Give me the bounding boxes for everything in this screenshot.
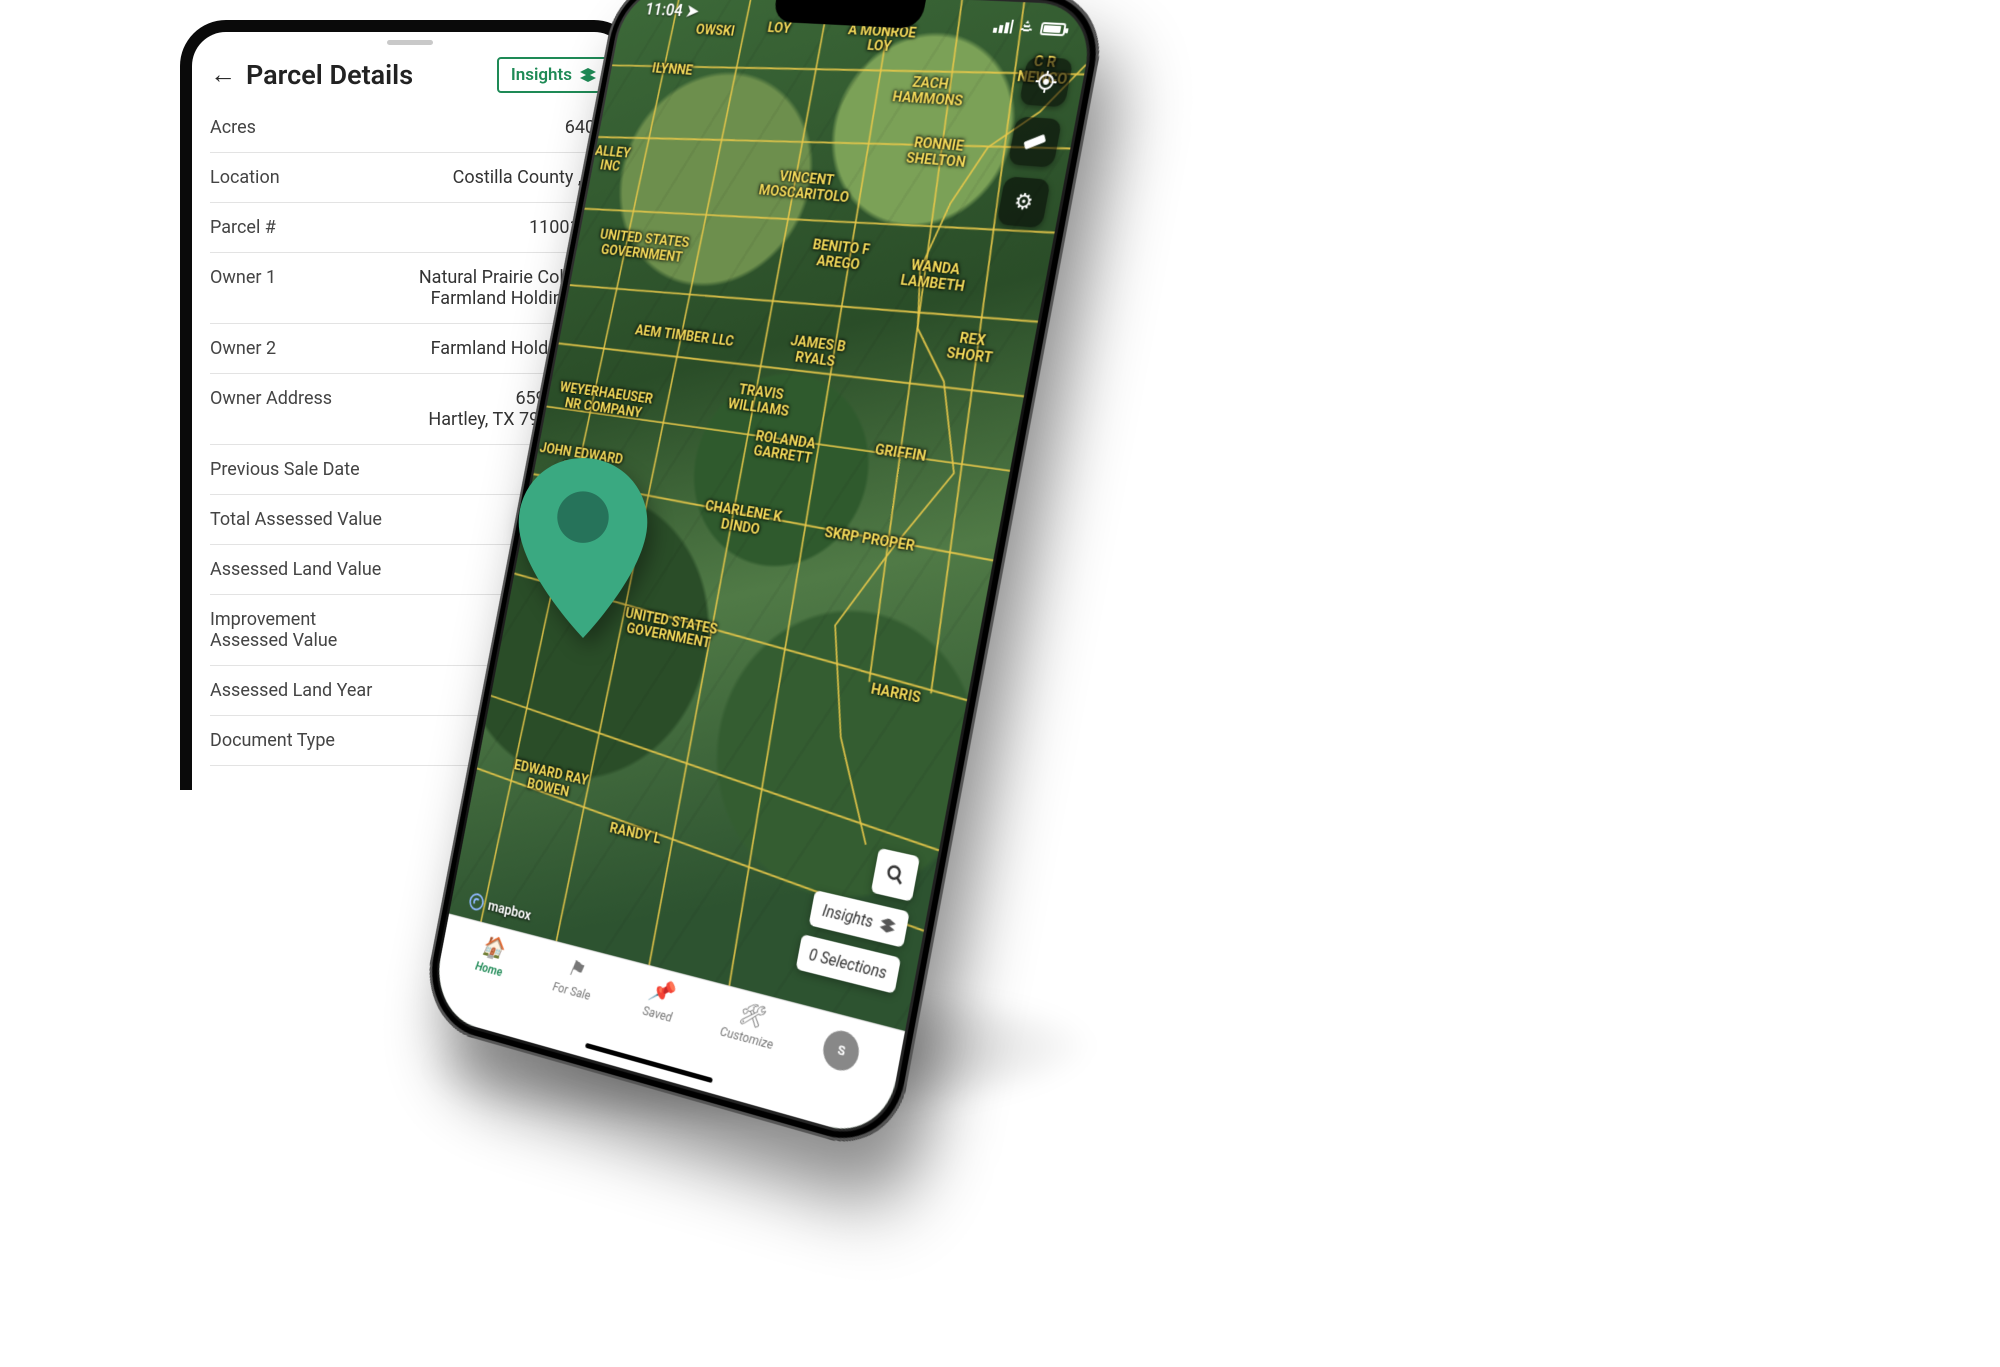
parcel-owner-label: VINCENT MOSCARITOLO bbox=[758, 168, 854, 206]
map-insights-label: Insights bbox=[821, 901, 875, 932]
battery-icon bbox=[1040, 22, 1067, 36]
parcel-owner-label: ZACH HAMMONS bbox=[891, 74, 967, 109]
back-arrow-icon[interactable]: ← bbox=[210, 62, 236, 88]
tab-forsale-label: For Sale bbox=[551, 980, 591, 1004]
layers-icon bbox=[879, 917, 897, 935]
tab-home[interactable]: 🏠 Home bbox=[447, 926, 536, 988]
detail-label: Location bbox=[210, 167, 390, 188]
detail-row: Owner 1Natural Prairie Colorado Farmland… bbox=[210, 253, 610, 324]
tab-customize[interactable]: 🛠 Customize bbox=[700, 992, 799, 1059]
parcel-owner-label: JAMES B RYALS bbox=[786, 334, 847, 371]
map-float-controls: Insights 0 Selections bbox=[795, 835, 920, 994]
locate-button[interactable] bbox=[1019, 57, 1074, 108]
gear-icon: ⚙ bbox=[1012, 189, 1035, 216]
parcel-owner-label: ROLANDA GARRETT bbox=[751, 429, 816, 468]
tab-home-label: Home bbox=[474, 959, 503, 980]
parcel-owner-label: RANDY L bbox=[608, 820, 662, 847]
parcel-owner-label: TRAVIS WILLIAMS bbox=[727, 381, 793, 419]
detail-label: Parcel # bbox=[210, 217, 390, 238]
details-header: ← Parcel Details Insights bbox=[192, 51, 628, 103]
parcel-owner-label: BENITO F AREGO bbox=[809, 237, 871, 273]
parcel-owner-label: RONNIE SHELTON bbox=[905, 135, 970, 170]
signal-icon bbox=[993, 19, 1014, 34]
page-title: Parcel Details bbox=[246, 59, 487, 91]
detail-label: Owner 1 bbox=[210, 267, 390, 288]
parcel-owner-label: AEM TIMBER LLC bbox=[634, 323, 735, 350]
parcel-owner-label: ILYNNE bbox=[651, 62, 694, 79]
detail-row: Parcel #11001220 bbox=[210, 203, 610, 253]
detail-label: Acres bbox=[210, 117, 390, 138]
settings-button[interactable]: ⚙ bbox=[996, 176, 1051, 228]
map-attribution: mapbox bbox=[468, 892, 533, 924]
detail-label: Owner Address bbox=[210, 388, 390, 409]
insights-button[interactable]: Insights bbox=[497, 57, 610, 93]
detail-label: Total Assessed Value bbox=[210, 509, 390, 530]
wifi-icon bbox=[1017, 20, 1037, 35]
sliders-icon: 🛠 bbox=[736, 1000, 765, 1030]
map-attribution-label: mapbox bbox=[487, 896, 533, 924]
parcel-owner-label: HARRIS bbox=[870, 681, 922, 706]
detail-row: LocationCostilla County , CO bbox=[210, 153, 610, 203]
map-tools: ⚙ bbox=[996, 57, 1073, 229]
map-selections-label: 0 Selections bbox=[807, 945, 888, 983]
tab-customize-label: Customize bbox=[719, 1024, 775, 1053]
sheet-grabber[interactable] bbox=[387, 40, 433, 45]
layers-icon bbox=[580, 68, 596, 82]
map-pin-icon bbox=[518, 458, 648, 638]
detail-row: Acres 640.0 bbox=[210, 103, 610, 153]
measure-button[interactable] bbox=[1008, 116, 1063, 167]
parcel-owner-label: EDWARD RAY BOWEN bbox=[510, 758, 589, 804]
detail-label: Assessed Land Year bbox=[210, 680, 390, 701]
home-icon: 🏠 bbox=[480, 933, 506, 961]
tab-for-sale[interactable]: ⚑ For Sale bbox=[528, 947, 620, 1011]
detail-value: 640.0 bbox=[410, 117, 610, 138]
insights-button-label: Insights bbox=[511, 65, 572, 85]
mapbox-logo-icon bbox=[468, 892, 485, 912]
flag-icon: ⚑ bbox=[565, 956, 586, 983]
detail-label: Assessed Land Value bbox=[210, 559, 390, 580]
tab-saved-label: Saved bbox=[641, 1004, 673, 1026]
status-time: 11:04 ➤ bbox=[644, 0, 701, 21]
tab-profile[interactable]: S bbox=[791, 1015, 894, 1083]
tab-saved[interactable]: 📌 Saved bbox=[612, 969, 707, 1034]
detail-label: Previous Sale Date bbox=[210, 459, 390, 480]
detail-label: Document Type bbox=[210, 730, 390, 751]
parcel-owner-label: REX SHORT bbox=[945, 330, 996, 367]
parcel-owner-label: UNITED STATES GOVERNMENT bbox=[596, 228, 691, 266]
parcel-owner-label: WEYERHAEUSER NR COMPANY bbox=[556, 381, 654, 423]
home-indicator bbox=[585, 1043, 713, 1083]
parcel-owner-label: CHARLENE K DINDO bbox=[701, 498, 783, 540]
avatar: S bbox=[820, 1027, 862, 1075]
parcel-owner-label: WANDA LAMBETH bbox=[899, 257, 969, 295]
parcel-owner-label: GRIFFIN bbox=[874, 442, 928, 465]
parcel-owner-label: SKRP PROPER bbox=[823, 525, 916, 555]
parcel-owner-label: ALLEY INC bbox=[591, 144, 632, 176]
detail-label: Owner 2 bbox=[210, 338, 390, 359]
pin-icon: 📌 bbox=[648, 977, 676, 1007]
map-search-button[interactable] bbox=[871, 848, 920, 902]
detail-label: Improvement Assessed Value bbox=[210, 609, 390, 651]
